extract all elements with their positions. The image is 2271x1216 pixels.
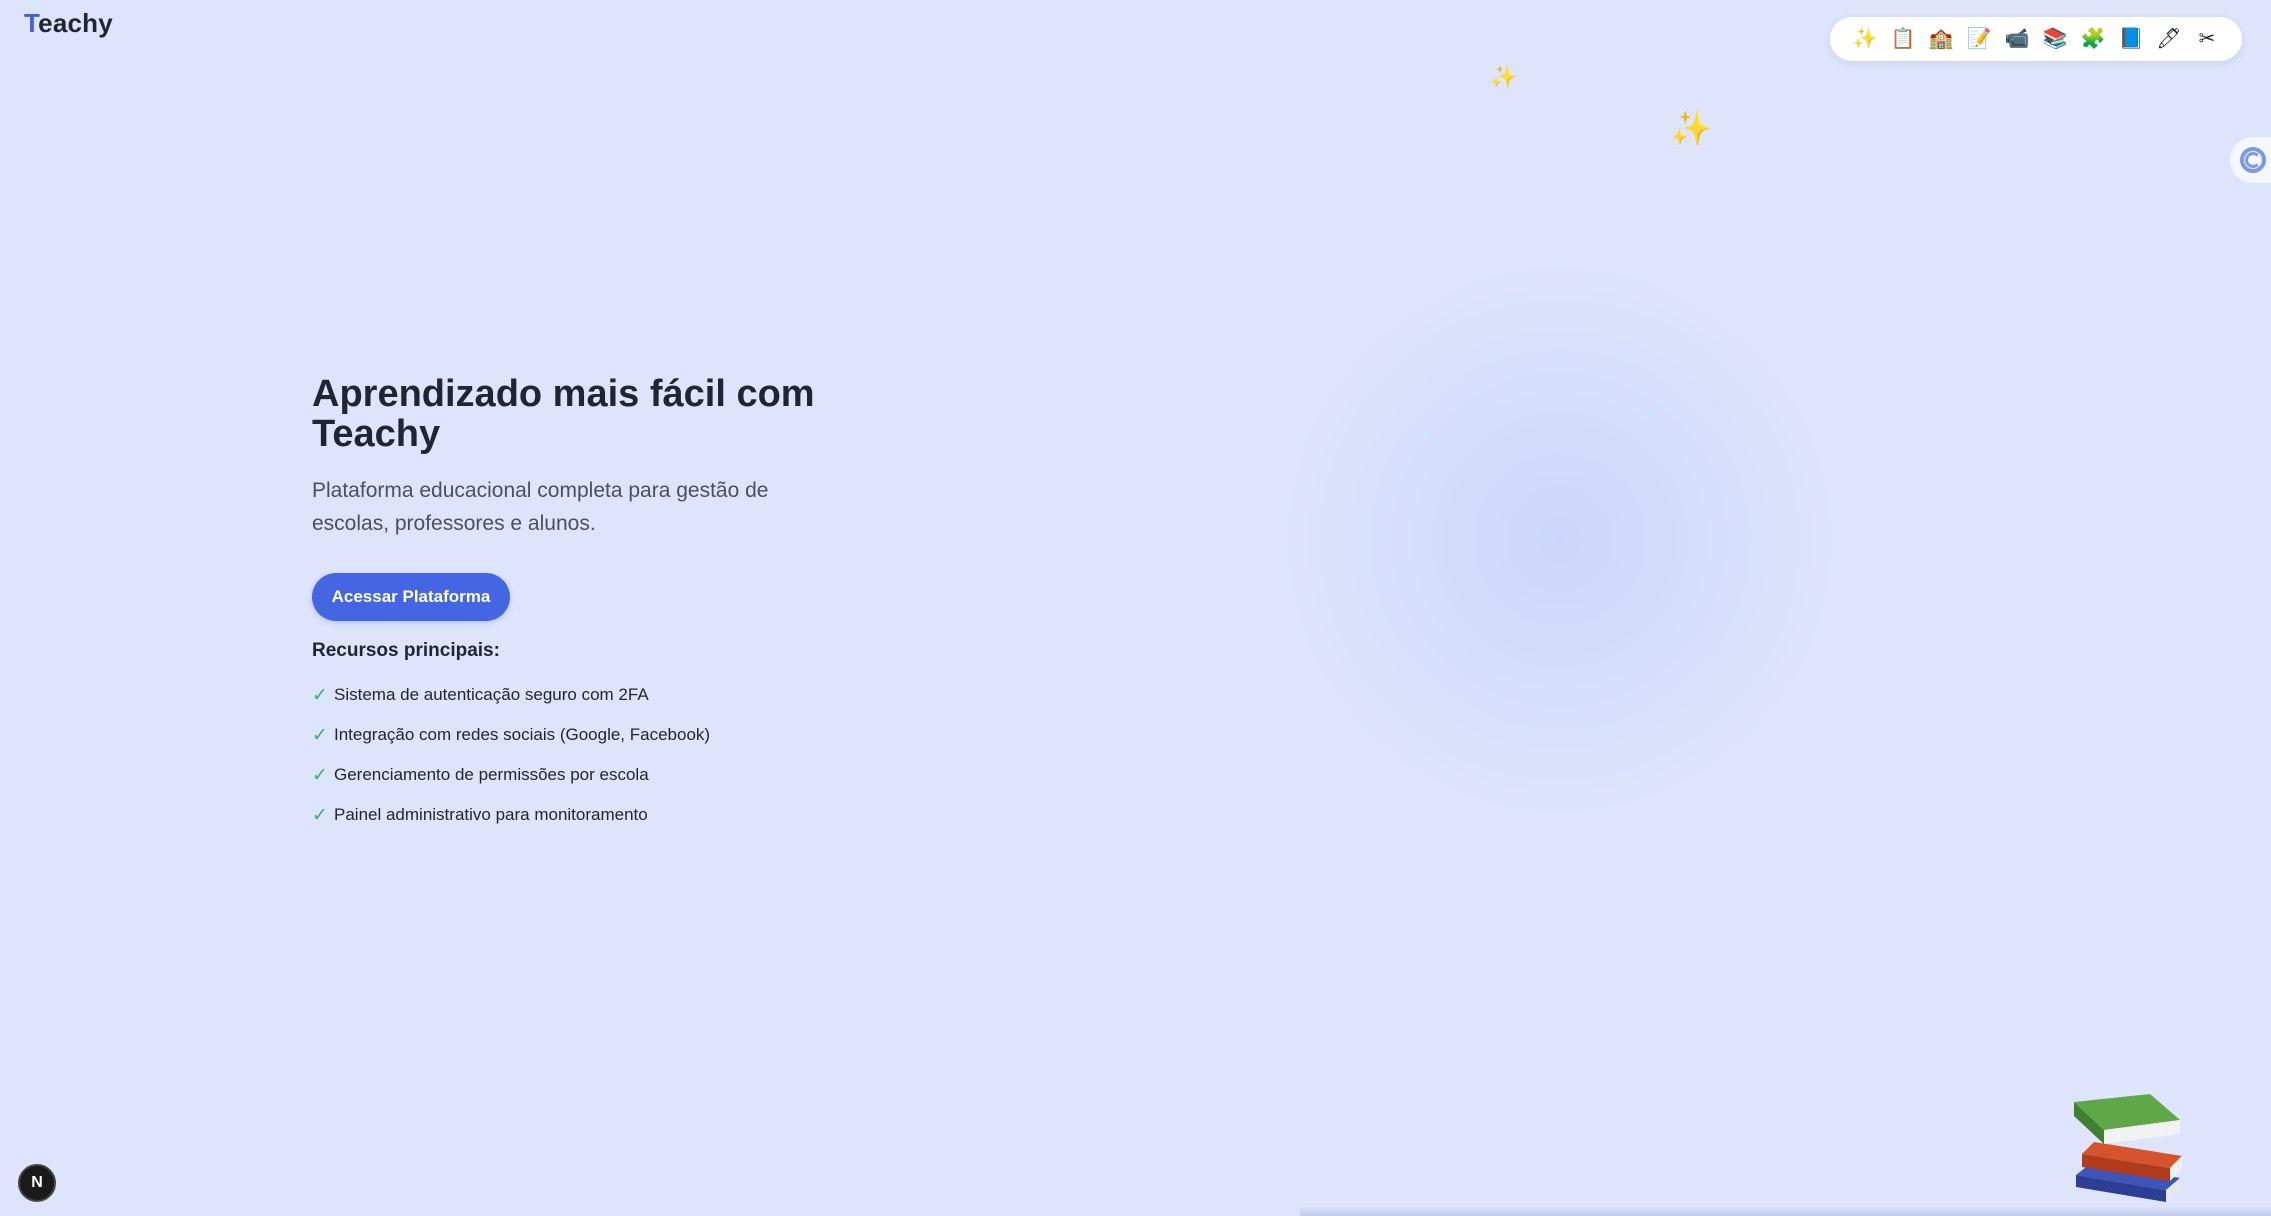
access-platform-button[interactable]: Acessar Plataforma bbox=[312, 573, 510, 621]
scissors-icon[interactable]: ✂ bbox=[2194, 26, 2220, 52]
feature-item: ✓ Sistema de autenticação seguro com 2FA bbox=[312, 675, 872, 715]
sparkle-large-icon: ✨ bbox=[1670, 110, 1713, 148]
side-widget-tab[interactable] bbox=[2230, 137, 2271, 183]
feature-item: ✓ Painel administrativo para monitoramen… bbox=[312, 795, 872, 835]
emoji-toolbar: ✨ 📋 🏫 📝 📹 📚 🧩 📘 🖊 ✂ bbox=[1830, 17, 2242, 61]
books-icon[interactable]: 📚 bbox=[2042, 26, 2068, 52]
logo-rest: eachy bbox=[38, 8, 113, 38]
refresh-icon bbox=[2240, 147, 2266, 173]
background-glow bbox=[1280, 260, 1840, 820]
feature-label: Sistema de autenticação seguro com 2FA bbox=[334, 685, 649, 704]
school-icon[interactable]: 🏫 bbox=[1928, 26, 1954, 52]
hero-subtitle: Plataforma educacional completa para ges… bbox=[312, 479, 769, 535]
clipboard-icon[interactable]: 📋 bbox=[1890, 26, 1916, 52]
hero-title: Aprendizado mais fácil com Teachy bbox=[312, 373, 815, 455]
check-icon: ✓ bbox=[312, 684, 328, 706]
feature-item: ✓ Gerenciamento de permissões por escola bbox=[312, 755, 872, 795]
feature-label: Integração com redes sociais (Google, Fa… bbox=[334, 725, 711, 744]
logo-initial: T bbox=[24, 8, 39, 38]
sparkles-icon[interactable]: ✨ bbox=[1852, 26, 1878, 52]
check-icon: ✓ bbox=[312, 764, 328, 786]
feature-item: ✓ Integração com redes sociais (Google, … bbox=[312, 715, 872, 755]
features-title: Recursos principais: bbox=[312, 640, 500, 661]
check-icon: ✓ bbox=[312, 724, 328, 746]
sparkle-small-icon: ✨ bbox=[1490, 64, 1518, 89]
feature-label: Gerenciamento de permissões por escola bbox=[334, 765, 649, 784]
brand-logo[interactable]: Teachy bbox=[24, 8, 113, 39]
dev-badge[interactable]: N bbox=[18, 1164, 56, 1202]
hero-section: Aprendizado mais fácil com Teachy Plataf… bbox=[312, 374, 872, 835]
books-stack-icon bbox=[2074, 1094, 2182, 1202]
puzzle-icon[interactable]: 🧩 bbox=[2080, 26, 2106, 52]
pen-icon[interactable]: 🖊 bbox=[2156, 26, 2182, 52]
check-icon: ✓ bbox=[312, 804, 328, 826]
book-green bbox=[2074, 1094, 2180, 1144]
memo-icon[interactable]: 📝 bbox=[1966, 26, 1992, 52]
bottom-edge-shadow bbox=[1300, 1206, 2271, 1216]
blue-book-icon[interactable]: 📘 bbox=[2118, 26, 2144, 52]
features-list: ✓ Sistema de autenticação seguro com 2FA… bbox=[312, 675, 872, 835]
feature-label: Painel administrativo para monitoramento bbox=[334, 805, 648, 824]
video-camera-icon[interactable]: 📹 bbox=[2004, 26, 2030, 52]
